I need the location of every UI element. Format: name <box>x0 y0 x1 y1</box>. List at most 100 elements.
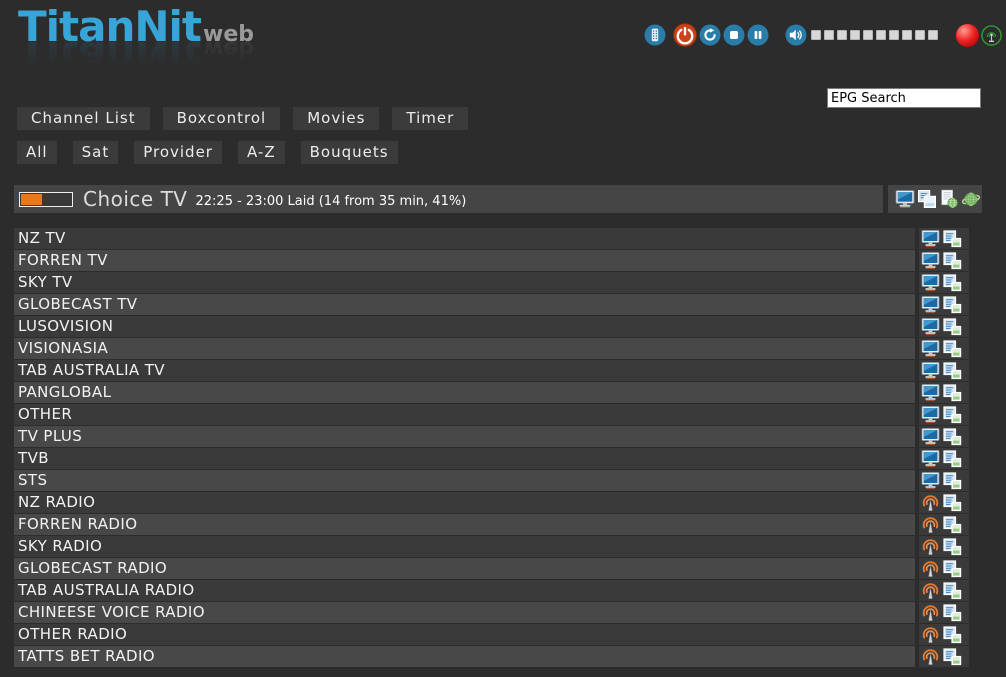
tv-monitor-icon[interactable] <box>921 295 940 314</box>
channel-name[interactable]: TATTS BET RADIO <box>14 646 915 667</box>
channel-row-tab-australia-tv: TAB AUSTRALIA TV <box>14 360 969 381</box>
tv-monitor-icon[interactable] <box>921 251 940 270</box>
receiver-control-strip <box>644 22 1002 48</box>
copy-playlist-icon[interactable] <box>943 361 962 380</box>
copy-playlist-icon[interactable] <box>943 449 962 468</box>
copy-playlist-icon[interactable] <box>943 537 962 556</box>
channel-name[interactable]: NZ RADIO <box>14 492 915 513</box>
copy-playlist-icon[interactable] <box>943 625 962 644</box>
tv-monitor-icon[interactable] <box>921 317 940 336</box>
tv-monitor-icon[interactable] <box>921 383 940 402</box>
restart-icon[interactable] <box>699 24 721 46</box>
copy-frames-icon[interactable] <box>917 189 937 209</box>
channel-name[interactable]: OTHER <box>14 404 915 425</box>
volume-segment[interactable] <box>863 30 873 40</box>
signal-antenna-icon[interactable] <box>981 25 1002 46</box>
copy-playlist-icon[interactable] <box>943 493 962 512</box>
volume-segment[interactable] <box>889 30 899 40</box>
channel-name[interactable]: SKY TV <box>14 272 915 293</box>
radio-antenna-icon[interactable] <box>921 647 940 666</box>
radio-antenna-icon[interactable] <box>921 537 940 556</box>
copy-playlist-icon[interactable] <box>943 405 962 424</box>
power-icon[interactable] <box>673 23 697 47</box>
radio-antenna-icon[interactable] <box>921 603 940 622</box>
channel-name[interactable]: FORREN RADIO <box>14 514 915 535</box>
radio-antenna-icon[interactable] <box>921 581 940 600</box>
copy-playlist-icon[interactable] <box>943 229 962 248</box>
globe-icon[interactable] <box>961 189 981 209</box>
channel-name[interactable]: TAB AUSTRALIA RADIO <box>14 580 915 601</box>
channel-name[interactable]: TVB <box>14 448 915 469</box>
volume-mute-icon[interactable] <box>785 24 807 46</box>
channel-name[interactable]: OTHER RADIO <box>14 624 915 645</box>
document-globe-icon[interactable] <box>939 189 959 209</box>
filter-tab-a-z[interactable]: A-Z <box>238 141 285 164</box>
filter-tab-sat[interactable]: Sat <box>73 141 119 164</box>
tv-monitor-icon[interactable] <box>921 471 940 490</box>
tv-monitor-icon[interactable] <box>921 449 940 468</box>
channel-row-actions <box>919 360 969 381</box>
copy-playlist-icon[interactable] <box>943 427 962 446</box>
copy-playlist-icon[interactable] <box>943 559 962 578</box>
tab-boxcontrol[interactable]: Boxcontrol <box>163 107 281 130</box>
copy-playlist-icon[interactable] <box>943 647 962 666</box>
volume-segment[interactable] <box>811 30 821 40</box>
stop-icon[interactable] <box>723 24 745 46</box>
tv-monitor-icon[interactable] <box>921 405 940 424</box>
progress-fill <box>21 194 42 205</box>
channel-name[interactable]: CHINEESE VOICE RADIO <box>14 602 915 623</box>
copy-playlist-icon[interactable] <box>943 383 962 402</box>
now-playing-info: Choice TV 22:25 - 23:00 Laid (14 from 35… <box>14 185 883 213</box>
filter-tab-provider[interactable]: Provider <box>134 141 222 164</box>
copy-playlist-icon[interactable] <box>943 251 962 270</box>
copy-playlist-icon[interactable] <box>943 471 962 490</box>
record-indicator[interactable] <box>956 24 979 47</box>
channel-name[interactable]: FORREN TV <box>14 250 915 271</box>
current-channel-name: Choice TV <box>83 187 188 211</box>
volume-segment[interactable] <box>824 30 834 40</box>
volume-segment[interactable] <box>915 30 925 40</box>
channel-name[interactable]: GLOBECAST TV <box>14 294 915 315</box>
volume-segment[interactable] <box>902 30 912 40</box>
copy-playlist-icon[interactable] <box>943 515 962 534</box>
channel-name[interactable]: TAB AUSTRALIA TV <box>14 360 915 381</box>
volume-segment[interactable] <box>850 30 860 40</box>
copy-playlist-icon[interactable] <box>943 317 962 336</box>
copy-playlist-icon[interactable] <box>943 581 962 600</box>
radio-antenna-icon[interactable] <box>921 559 940 578</box>
copy-playlist-icon[interactable] <box>943 603 962 622</box>
channel-name[interactable]: PANGLOBAL <box>14 382 915 403</box>
volume-segment[interactable] <box>837 30 847 40</box>
tv-monitor-icon[interactable] <box>921 339 940 358</box>
channel-name[interactable]: GLOBECAST RADIO <box>14 558 915 579</box>
volume-segment[interactable] <box>928 30 938 40</box>
tab-timer[interactable]: Timer <box>392 107 468 130</box>
channel-row-tab-australia-radio: TAB AUSTRALIA RADIO <box>14 580 969 601</box>
channel-name[interactable]: STS <box>14 470 915 491</box>
tv-monitor-icon[interactable] <box>921 229 940 248</box>
tab-movies[interactable]: Movies <box>293 107 379 130</box>
filter-tab-all[interactable]: All <box>17 141 57 164</box>
volume-segment[interactable] <box>876 30 886 40</box>
copy-playlist-icon[interactable] <box>943 295 962 314</box>
tv-monitor-icon[interactable] <box>921 427 940 446</box>
channel-name[interactable]: VISIONASIA <box>14 338 915 359</box>
monitor-icon[interactable] <box>895 189 915 209</box>
radio-antenna-icon[interactable] <box>921 493 940 512</box>
radio-antenna-icon[interactable] <box>921 515 940 534</box>
tv-monitor-icon[interactable] <box>921 361 940 380</box>
pause-icon[interactable] <box>747 24 769 46</box>
channel-name[interactable]: TV PLUS <box>14 426 915 447</box>
epg-search-input[interactable] <box>827 88 981 108</box>
remote-icon[interactable] <box>644 24 666 46</box>
channel-name[interactable]: SKY RADIO <box>14 536 915 557</box>
radio-antenna-icon[interactable] <box>921 625 940 644</box>
filter-tab-bouquets[interactable]: Bouquets <box>301 141 398 164</box>
tv-monitor-icon[interactable] <box>921 273 940 292</box>
tab-channel-list[interactable]: Channel List <box>17 107 150 130</box>
channel-row-actions <box>919 250 969 271</box>
channel-name[interactable]: NZ TV <box>14 228 915 249</box>
channel-name[interactable]: LUSOVISION <box>14 316 915 337</box>
copy-playlist-icon[interactable] <box>943 339 962 358</box>
copy-playlist-icon[interactable] <box>943 273 962 292</box>
